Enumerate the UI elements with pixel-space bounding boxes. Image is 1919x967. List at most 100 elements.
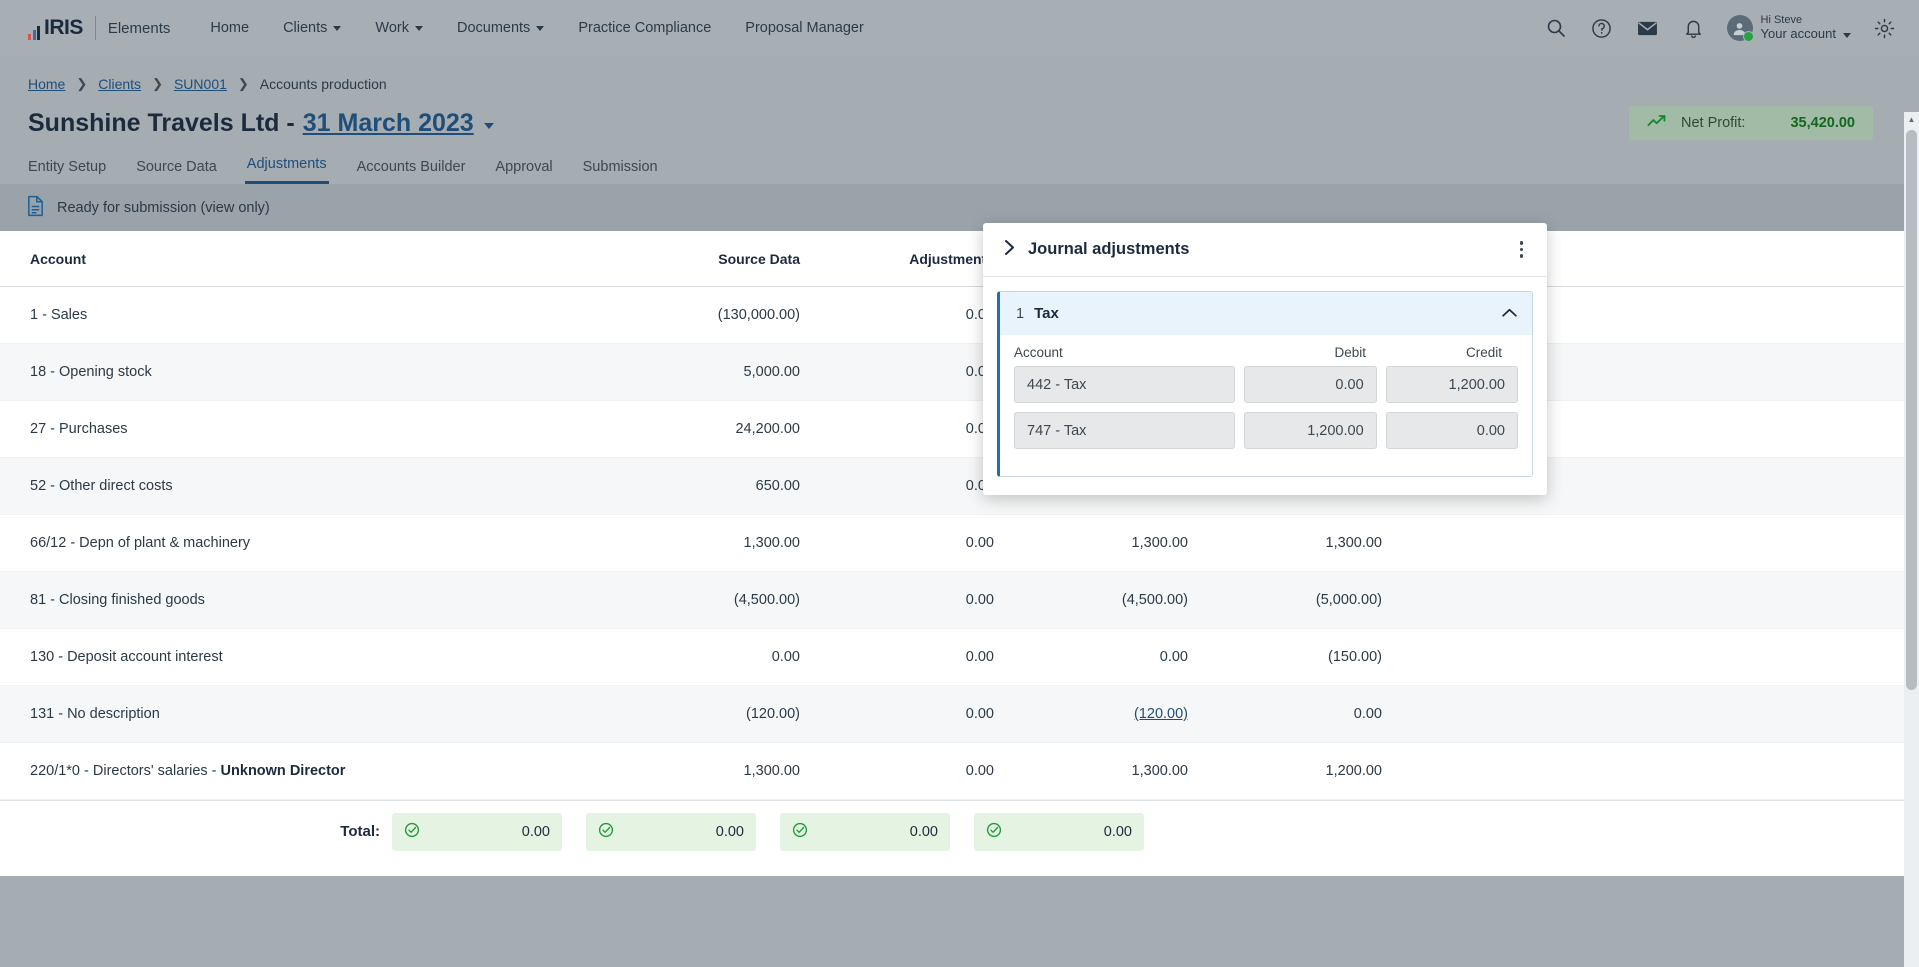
nav-item-documents[interactable]: Documents — [457, 20, 545, 36]
period-date-selector[interactable]: 31 March 2023 — [303, 109, 474, 138]
breadcrumb-separator: ❯ — [152, 76, 163, 91]
label-account: Account — [1014, 345, 1063, 360]
mail-icon[interactable] — [1635, 15, 1661, 41]
chevron-down-icon[interactable] — [483, 122, 494, 129]
table-row[interactable]: 130 - Deposit account interest 0.00 0.00 0.… — [0, 629, 1919, 686]
cell-adjustments: 0.00 — [965, 478, 994, 494]
brand-logo[interactable]: IRIS Elements — [28, 16, 170, 40]
table-row[interactable]: 1 - Sales(130,000.00)0.00(130,000.00) — [0, 287, 1919, 344]
page-title: Sunshine Travels Ltd - 31 March 2023 — [28, 109, 494, 138]
cell-account: 52 - Other direct costs — [30, 478, 173, 494]
vertical-scrollbar[interactable]: ▲ ▼ — [1904, 112, 1919, 967]
scroll-up-arrow-icon[interactable]: ▲ — [1904, 112, 1919, 127]
cell-account: 130 - Deposit account interest — [30, 649, 223, 665]
tab-submission[interactable]: Submission — [581, 159, 660, 184]
cell-final: (4,500.00) — [1121, 592, 1188, 608]
journal-card-body: Account Debit Credit 442 - Tax 0.00 1,20… — [1000, 335, 1532, 476]
help-icon[interactable] — [1589, 15, 1615, 41]
chevron-up-icon[interactable] — [1501, 305, 1518, 323]
cell-source-data: (4,500.00) — [733, 592, 800, 608]
journal-account-field[interactable]: 442 - Tax — [1014, 366, 1236, 403]
status-text: Ready for submission (view only) — [57, 200, 270, 216]
nav-item-practice-compliance[interactable]: Practice Compliance — [578, 20, 711, 36]
total-cell-extra: 0.00 — [974, 812, 1144, 851]
status-bar: Ready for submission (view only) — [0, 185, 1919, 231]
cell-account: 131 - No description — [30, 706, 160, 722]
check-circle-icon — [598, 822, 614, 842]
search-icon[interactable] — [1543, 15, 1569, 41]
table-row[interactable]: 131 - No description (120.00) 0.00 (120.00)… — [0, 686, 1919, 743]
nav-item-proposal-manager-label: Proposal Manager — [745, 20, 864, 36]
table-row[interactable]: 66/12 - Depn of plant & machinery 1,300.0… — [0, 515, 1919, 572]
nav-item-home-label: Home — [210, 20, 250, 36]
cell-extra: (150.00) — [1327, 649, 1382, 665]
tab-accounts-builder[interactable]: Accounts Builder — [355, 159, 468, 184]
cell-account: 220/1*0 - Directors' salaries - Unknown … — [30, 763, 346, 779]
kebab-menu-icon[interactable] — [1514, 235, 1530, 264]
brand-divider — [94, 16, 96, 40]
cell-final[interactable]: (120.00) — [1018, 706, 1188, 722]
section-tabs: Entity Setup Source Data Adjustments Acc… — [0, 140, 1919, 184]
bell-icon[interactable] — [1681, 15, 1707, 41]
brand-name-text: IRIS — [44, 16, 83, 39]
cell-extra: 1,200.00 — [1325, 763, 1382, 779]
label-credit: Credit — [1465, 345, 1502, 360]
total-cell-source-data: 0.00 — [392, 812, 562, 851]
label-debit: Debit — [1334, 345, 1366, 360]
nav-item-work[interactable]: Work — [375, 20, 423, 36]
table-row[interactable]: 220/1*0 - Directors' salaries - Unknown … — [0, 743, 1919, 800]
cell-source-data: 24,200.00 — [735, 421, 800, 437]
journal-card-header[interactable]: 1 Tax — [1000, 292, 1532, 335]
cell-extra: 0.00 — [1353, 706, 1382, 722]
table-row[interactable]: 18 - Opening stock5,000.000.005,000.00 — [0, 344, 1919, 401]
journal-credit-field[interactable]: 1,200.00 — [1385, 366, 1518, 403]
journal-line-row: 442 - Tax 0.00 1,200.00 — [1014, 366, 1518, 403]
tab-approval[interactable]: Approval — [493, 159, 554, 184]
cell-source-data: 1,300.00 — [743, 763, 800, 779]
journal-card-index: 1 — [1016, 305, 1025, 322]
total-cell-adjustments: 0.00 — [586, 812, 756, 851]
nav-item-proposal-manager[interactable]: Proposal Manager — [745, 20, 864, 36]
cell-source-data: (120.00) — [745, 706, 800, 722]
total-label: Total: — [340, 823, 380, 840]
gear-icon[interactable] — [1871, 15, 1897, 41]
table-row[interactable]: 81 - Closing finished goods (4,500.00) 0.0… — [0, 572, 1919, 629]
journal-field-labels: Account Debit Credit — [1014, 345, 1518, 360]
nav-item-clients[interactable]: Clients — [283, 20, 342, 36]
tab-entity-setup[interactable]: Entity Setup — [26, 159, 108, 184]
chevron-down-icon — [333, 25, 342, 31]
journal-credit-field[interactable]: 0.00 — [1385, 412, 1518, 449]
bottom-strip — [0, 876, 1919, 901]
nav-item-home[interactable]: Home — [210, 20, 249, 36]
table-row[interactable]: 27 - Purchases24,200.000.0024,200.00 — [0, 401, 1919, 458]
journal-account-field[interactable]: 747 - Tax — [1014, 412, 1236, 449]
cell-source-data: 1,300.00 — [743, 535, 800, 551]
chevron-right-icon[interactable] — [1003, 239, 1016, 261]
cell-final-link[interactable]: (120.00) — [1134, 706, 1188, 722]
breadcrumb: Home ❯ Clients ❯ SUN001 ❯ Accounts produ… — [0, 56, 1919, 92]
cell-source-data: 0.00 — [771, 649, 800, 665]
account-menu[interactable]: Hi Steve Your account — [1726, 14, 1851, 42]
cell-adjustments: 0.00 — [965, 649, 994, 665]
column-header-source-data: Source Data — [718, 250, 800, 267]
cell-extra: (5,000.00) — [1315, 592, 1382, 608]
breadcrumb-item-home[interactable]: Home — [28, 76, 65, 92]
tab-source-data[interactable]: Source Data — [134, 159, 219, 184]
table-row[interactable]: 52 - Other direct costs650.000.00650.006… — [0, 458, 1919, 515]
cell-account: 27 - Purchases — [30, 421, 128, 437]
cell-final: 0.00 — [1159, 649, 1188, 665]
total-cell-final: 0.00 — [780, 812, 950, 851]
journal-line-row: 747 - Tax 1,200.00 0.00 — [1014, 412, 1518, 449]
scrollbar-thumb[interactable] — [1906, 130, 1917, 690]
cell-source-data: (130,000.00) — [717, 307, 800, 323]
tab-adjustments[interactable]: Adjustments — [244, 156, 329, 184]
breadcrumb-item-clients[interactable]: Clients — [98, 76, 141, 92]
cell-adjustments: 0.00 — [965, 706, 994, 722]
journal-debit-field[interactable]: 0.00 — [1244, 366, 1377, 403]
net-profit-value: 35,420.00 — [1790, 115, 1855, 131]
journal-debit-field[interactable]: 1,200.00 — [1244, 412, 1377, 449]
column-header-adjustments: Adjustments — [909, 250, 994, 267]
breadcrumb-item-client-code[interactable]: SUN001 — [174, 76, 227, 92]
nav-item-practice-compliance-label: Practice Compliance — [578, 20, 712, 36]
client-name-text: Sunshine Travels Ltd - — [28, 108, 295, 137]
